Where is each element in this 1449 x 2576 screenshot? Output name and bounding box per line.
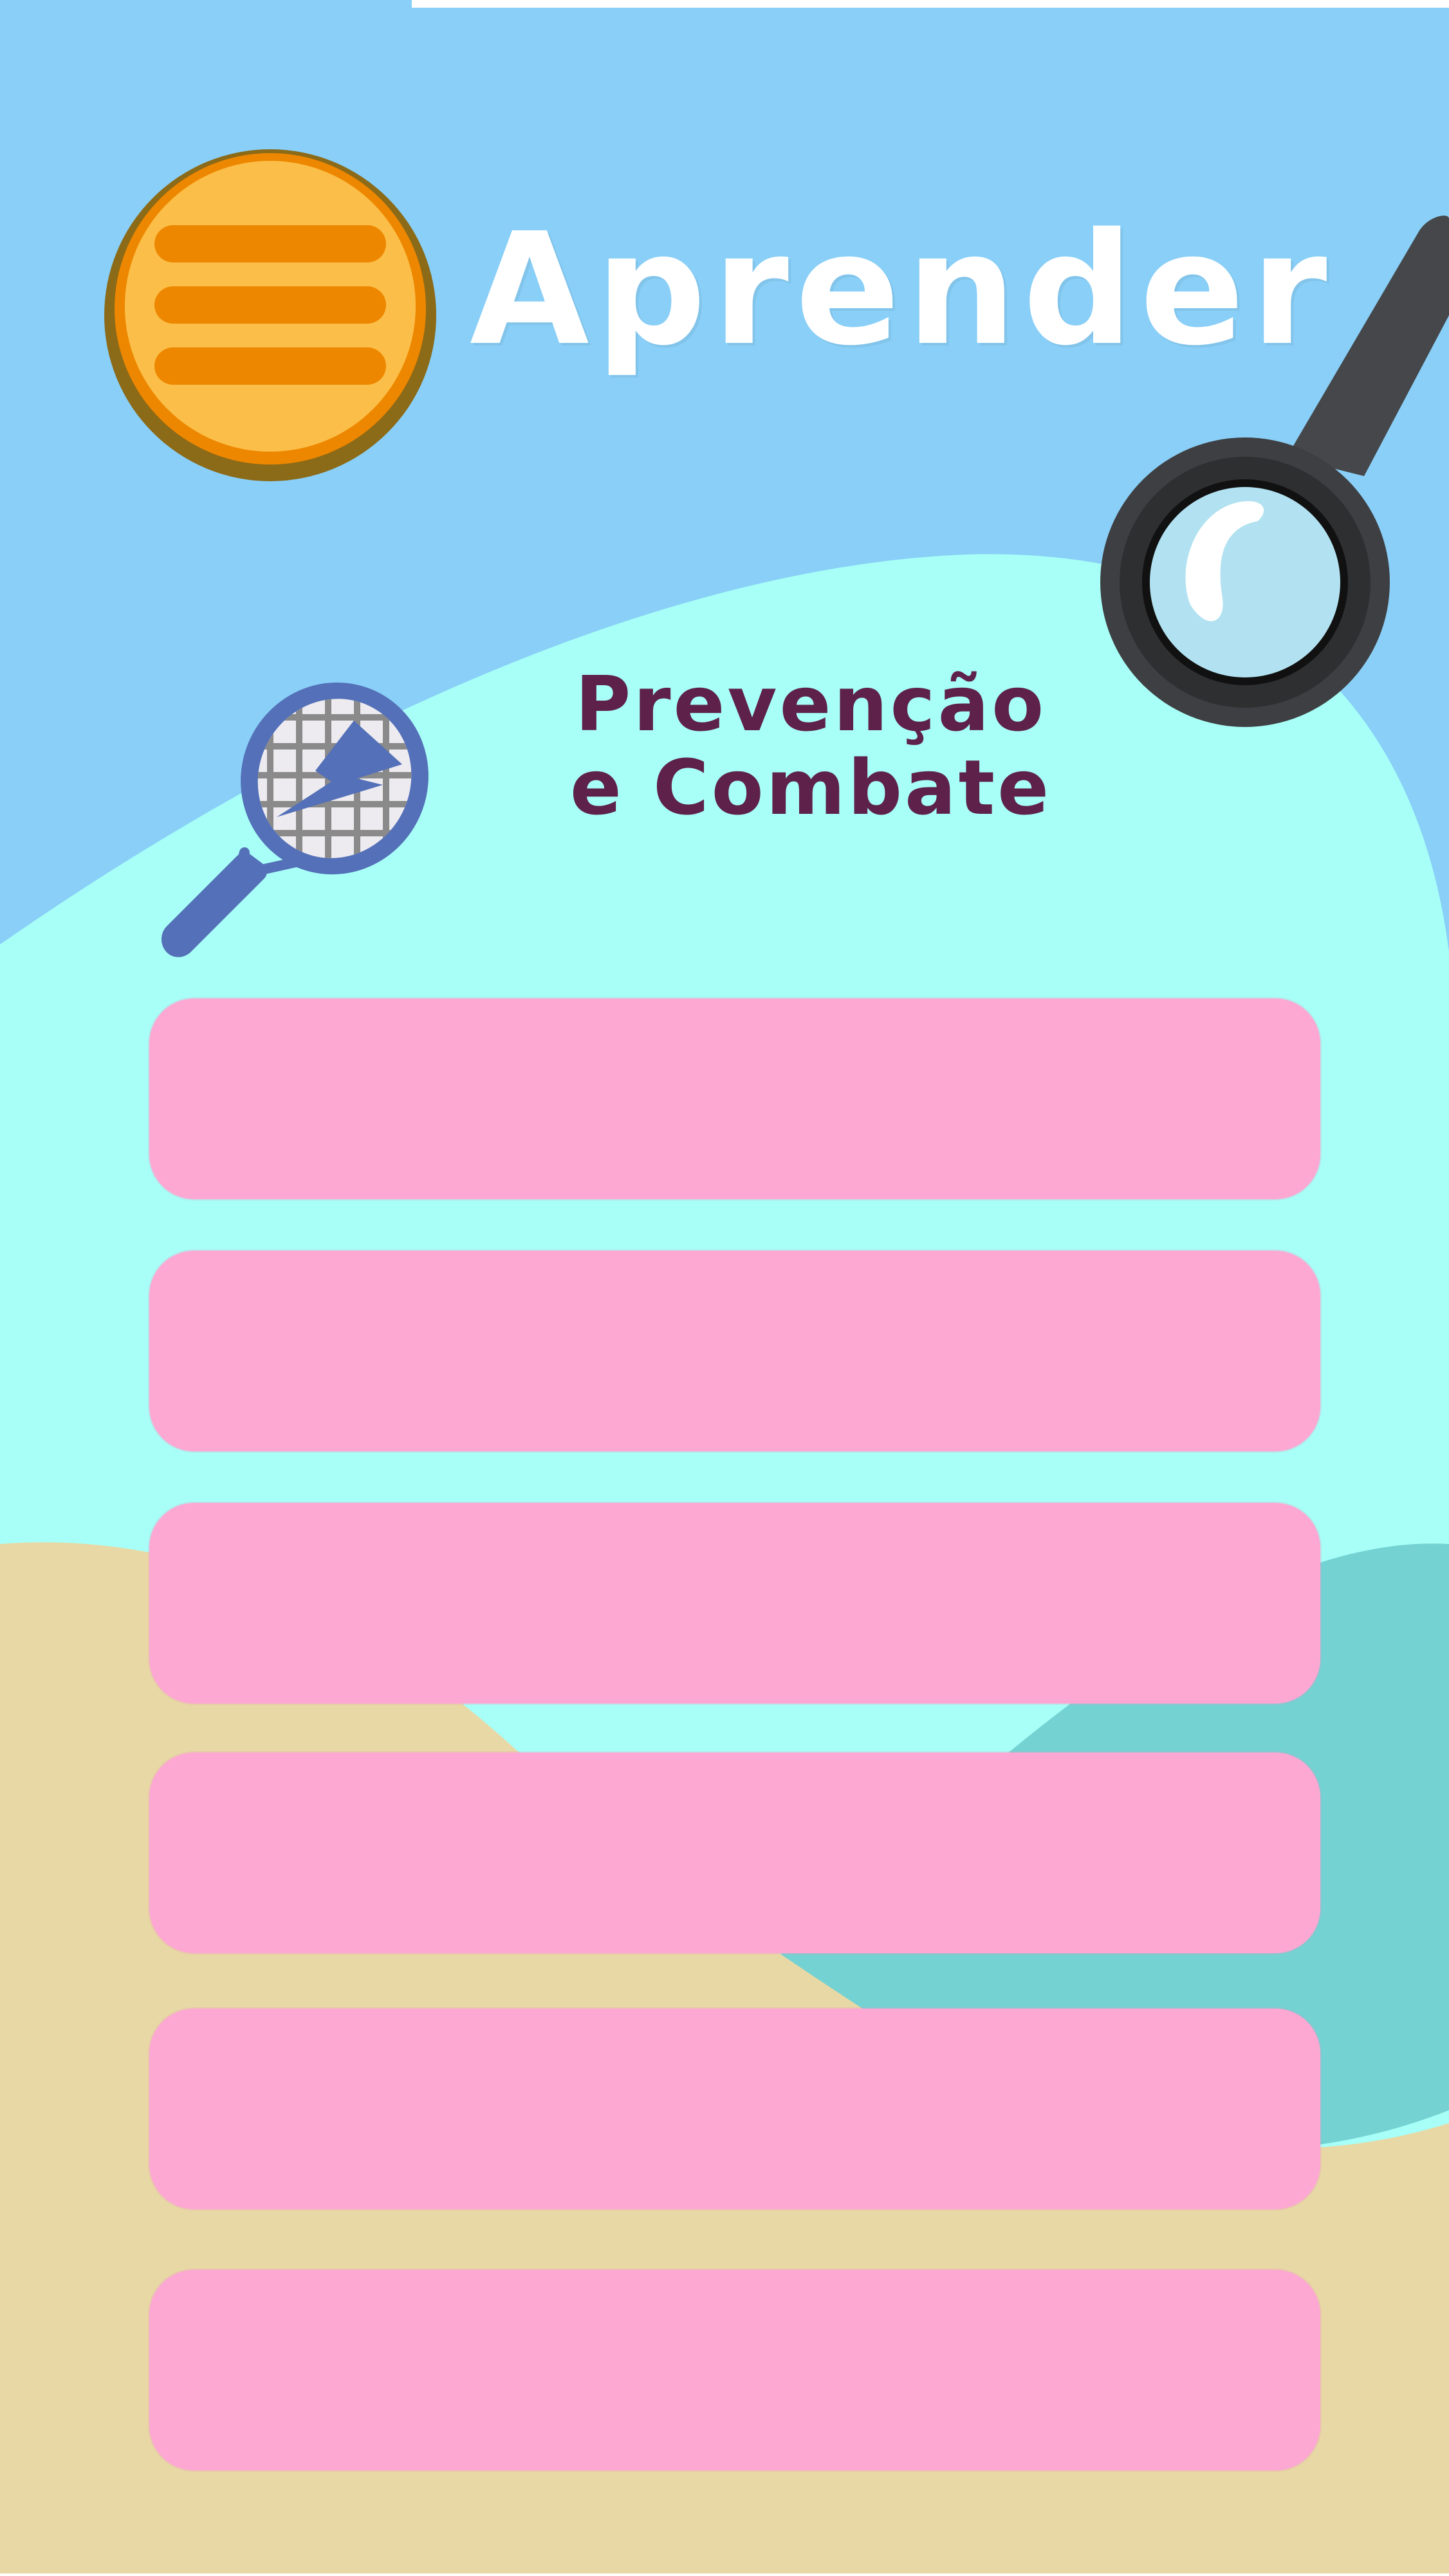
section-title: Prevenção e Combate (489, 659, 1132, 832)
section-title-line-2: e Combate (569, 742, 1052, 832)
electric-racket-icon (161, 669, 457, 965)
option-button-1[interactable] (149, 998, 1320, 1199)
magnifying-glass-icon (1094, 212, 1449, 740)
option-button-2[interactable] (149, 1251, 1320, 1451)
option-button-5[interactable] (149, 2009, 1320, 2209)
top-strip (412, 0, 1449, 8)
menu-button[interactable] (103, 148, 438, 483)
menu-icon (104, 149, 436, 481)
option-button-4[interactable] (149, 1753, 1320, 1953)
option-button-6[interactable] (149, 2270, 1320, 2470)
section-title-line-1: Prevenção (575, 659, 1047, 748)
option-button-3[interactable] (149, 1503, 1320, 1704)
